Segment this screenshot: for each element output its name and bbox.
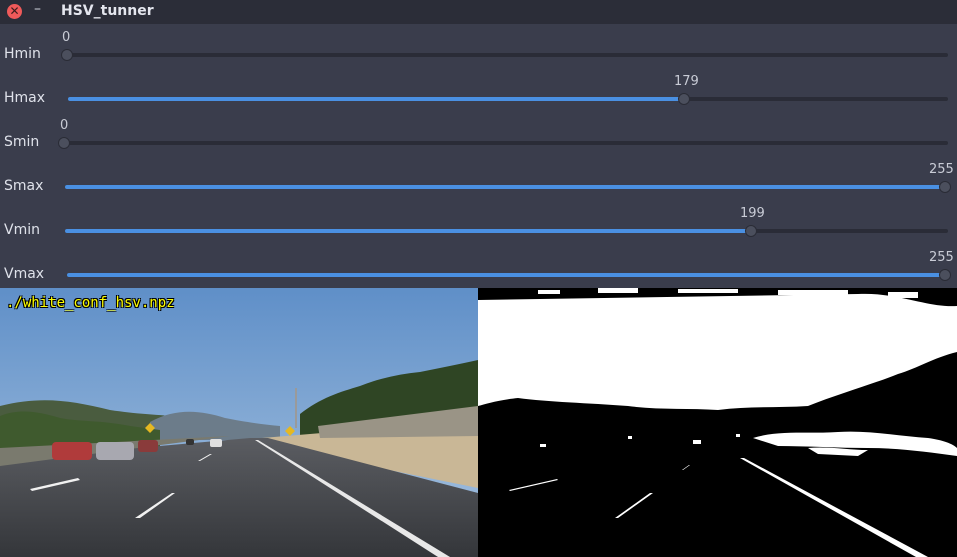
slider-fill-smax: [65, 185, 943, 189]
window-title: HSV_tunner: [61, 3, 154, 19]
slider-track-vmax[interactable]: [67, 273, 948, 277]
slider-label-smin: Smin: [4, 134, 40, 150]
slider-value-smax: 255: [929, 162, 954, 177]
slider-value-hmax: 179: [674, 74, 699, 89]
hsv-mask-image: [478, 288, 957, 557]
slider-fill-vmin: [65, 229, 751, 233]
slider-fill-hmax: [68, 97, 684, 101]
slider-handle-hmin[interactable]: [61, 49, 73, 61]
slider-row-smin: Smin 0: [0, 118, 957, 164]
overlay-filename: ./white_conf_hsv.npz: [6, 295, 175, 311]
close-icon[interactable]: ✕: [7, 4, 22, 19]
slider-handle-vmin[interactable]: [745, 225, 757, 237]
slider-label-vmax: Vmax: [4, 266, 45, 282]
road-scene: [0, 288, 478, 557]
slider-handle-smin[interactable]: [58, 137, 70, 149]
slider-label-hmin: Hmin: [4, 46, 41, 62]
slider-fill-vmax: [67, 273, 943, 277]
slider-track-smax[interactable]: [65, 185, 948, 189]
mask-shape: [478, 288, 957, 557]
slider-track-vmin[interactable]: [65, 229, 948, 233]
slider-handle-hmax[interactable]: [678, 93, 690, 105]
slider-track-hmin[interactable]: [62, 53, 948, 57]
slider-row-vmin: Vmin 199: [0, 206, 957, 252]
slider-label-vmin: Vmin: [4, 222, 40, 238]
title-bar: ✕ – HSV_tunner: [0, 0, 957, 24]
slider-value-vmax: 255: [929, 250, 954, 265]
slider-handle-vmax[interactable]: [939, 269, 951, 281]
slider-row-hmax: Hmax 179: [0, 74, 957, 120]
slider-row-smax: Smax 255: [0, 162, 957, 208]
trackbar-panel: Hmin 0 Hmax 179 Smin 0 Smax 255 Vmin 199…: [0, 24, 957, 288]
slider-value-hmin: 0: [62, 30, 71, 45]
slider-track-smin[interactable]: [59, 141, 948, 145]
minimize-icon[interactable]: –: [34, 1, 41, 17]
slider-track-hmax[interactable]: [68, 97, 948, 101]
slider-handle-smax[interactable]: [939, 181, 951, 193]
slider-label-hmax: Hmax: [4, 90, 46, 106]
slider-label-smax: Smax: [4, 178, 44, 194]
slider-row-hmin: Hmin 0: [0, 30, 957, 76]
slider-value-smin: 0: [60, 118, 69, 133]
original-road-image: ./white_conf_hsv.npz: [0, 288, 478, 557]
slider-value-vmin: 199: [740, 206, 765, 221]
image-area: ./white_conf_hsv.npz: [0, 288, 957, 557]
